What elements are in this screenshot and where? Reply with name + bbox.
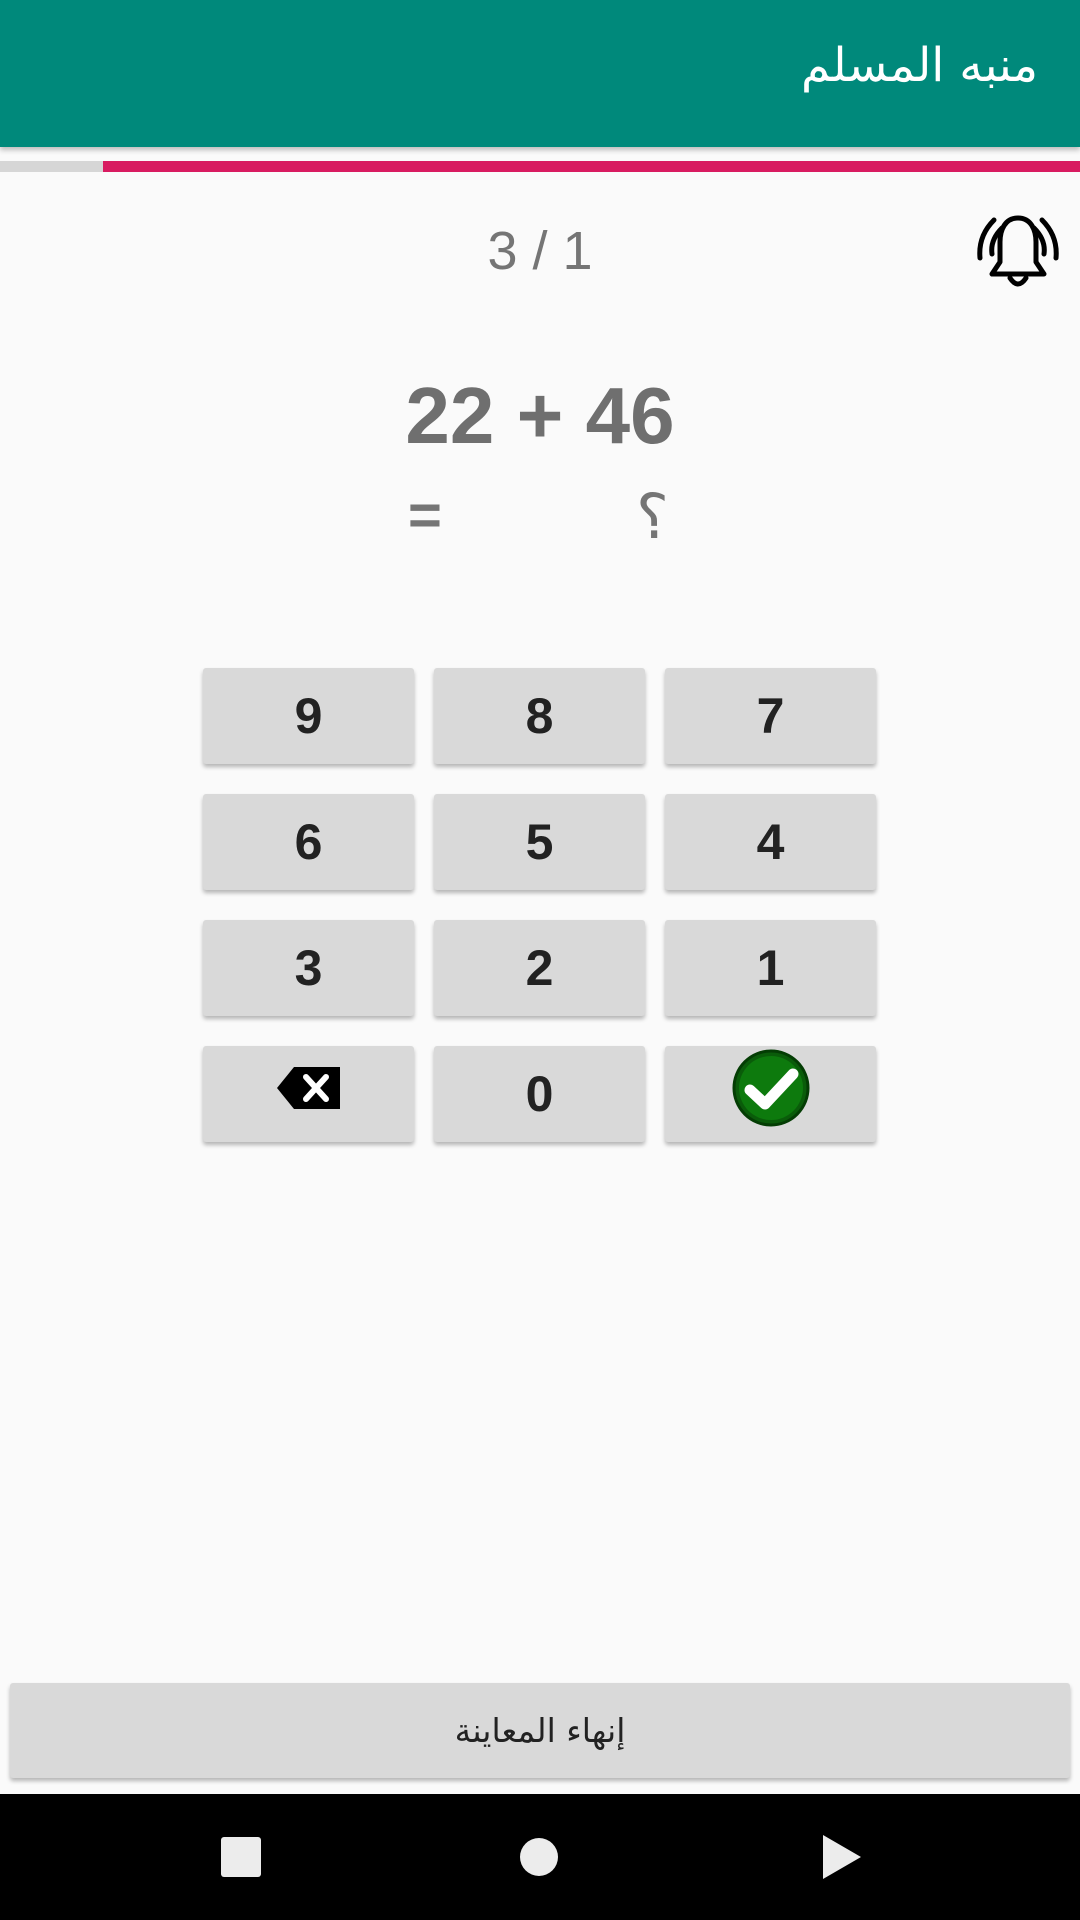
key-7[interactable]: 7 <box>665 668 876 764</box>
app-title: منبه المسلم <box>801 38 1038 93</box>
key-4[interactable]: 4 <box>665 794 876 890</box>
key-0[interactable]: 0 <box>434 1046 645 1142</box>
key-5[interactable]: 5 <box>434 794 645 890</box>
key-1[interactable]: 1 <box>665 920 876 1016</box>
app-bar: منبه المسلم <box>0 0 1080 147</box>
answer-field: ؟ <box>636 483 669 552</box>
backspace-icon <box>276 1065 342 1123</box>
check-circle-icon <box>731 1048 811 1140</box>
key-6[interactable]: 6 <box>203 794 414 890</box>
system-nav-bar <box>0 1794 1080 1920</box>
math-expression: 22 + 46 <box>405 371 675 460</box>
recents-square-icon[interactable] <box>208 1824 274 1890</box>
key-2[interactable]: 2 <box>434 920 645 1016</box>
delete-button[interactable] <box>203 1046 414 1142</box>
finish-preview-button[interactable]: إنهاء المعاينة <box>10 1683 1070 1778</box>
home-circle-icon[interactable] <box>506 1824 572 1890</box>
confirm-button[interactable] <box>665 1046 876 1142</box>
key-9[interactable]: 9 <box>203 668 414 764</box>
alarm-bell-icon[interactable] <box>972 210 1064 294</box>
key-3[interactable]: 3 <box>203 920 414 1016</box>
equals-sign: = <box>408 483 442 548</box>
back-triangle-icon[interactable] <box>808 1824 874 1890</box>
key-8[interactable]: 8 <box>434 668 645 764</box>
progress-fill <box>102 161 1080 172</box>
question-counter: 3 / 1 <box>487 221 593 281</box>
progress-bar <box>0 161 1080 172</box>
